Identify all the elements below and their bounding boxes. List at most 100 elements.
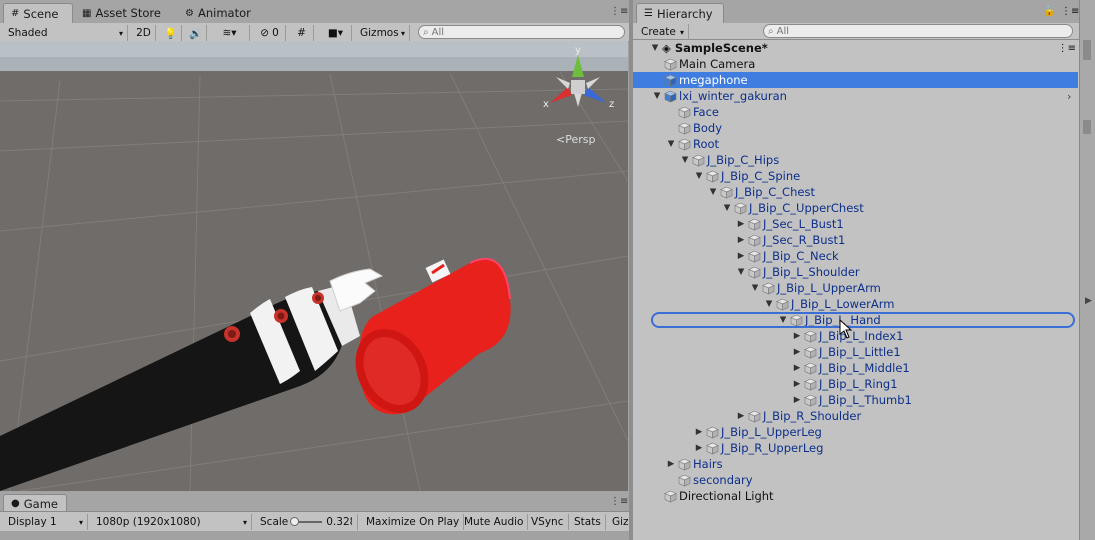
tab-scene[interactable]: # Scene <box>3 3 73 23</box>
hierarchy-item[interactable]: Body <box>633 120 1078 136</box>
gameobject-cube-icon <box>748 266 761 279</box>
effects-toggle-icon[interactable]: ≋▾ <box>210 25 250 41</box>
collapse-arrow-icon[interactable]: ▶ <box>792 331 802 341</box>
hierarchy-item[interactable]: ▼ J_Bip_L_LowerArm <box>633 296 1078 312</box>
hierarchy-item-label: J_Bip_L_LowerArm <box>791 297 895 311</box>
scene-viewport[interactable]: y x z <Persp <box>0 41 628 491</box>
expand-arrow-icon[interactable]: ▼ <box>650 43 660 53</box>
panel-menu-icon[interactable]: ⋮≡ <box>1061 6 1079 17</box>
expand-arrow-icon[interactable]: ▼ <box>750 283 760 293</box>
scrollbar-thumb[interactable] <box>1083 40 1091 60</box>
persp-label[interactable]: <Persp <box>556 133 595 146</box>
camera-dropdown-icon[interactable]: ■▾ <box>320 25 352 41</box>
hierarchy-item[interactable]: ▼ J_Bip_C_UpperChest <box>633 200 1078 216</box>
collapse-arrow-icon[interactable]: ▶ <box>666 459 676 469</box>
tab-asset-store[interactable]: ▦ Asset Store <box>75 3 168 23</box>
hierarchy-item[interactable]: ▶ J_Sec_R_Bust1 <box>633 232 1078 248</box>
collapse-arrow-icon[interactable]: ▶ <box>736 411 746 421</box>
hierarchy-item[interactable]: ▶ J_Sec_L_Bust1 <box>633 216 1078 232</box>
mute-audio-toggle[interactable]: Mute Audio <box>460 514 529 530</box>
scrollbar-thumb[interactable] <box>1083 120 1091 134</box>
hierarchy-item[interactable]: ▶ J_Bip_L_Thumb1 <box>633 392 1078 408</box>
hierarchy-item[interactable]: ▼ lxi_winter_gakuran <box>633 88 1078 104</box>
collapse-arrow-icon[interactable]: ▶ <box>736 251 746 261</box>
lock-icon[interactable]: 🔒 <box>1043 6 1055 17</box>
hierarchy-search-input[interactable]: ⌕ All <box>763 24 1073 38</box>
collapse-arrow-icon[interactable]: ▶ <box>736 235 746 245</box>
expand-arrow-icon[interactable]: ▼ <box>722 203 732 213</box>
expand-arrow-icon[interactable]: ▼ <box>764 299 774 309</box>
resolution-dropdown[interactable]: 1080p (1920x1080) ▾ <box>92 514 252 530</box>
hierarchy-item-label: J_Bip_L_UpperLeg <box>721 425 822 439</box>
hierarchy-item[interactable]: ▼ Root <box>633 136 1078 152</box>
hierarchy-item[interactable]: ▶ J_Bip_L_Little1 <box>633 344 1078 360</box>
hierarchy-item-label: J_Bip_L_Thumb1 <box>819 393 912 407</box>
hierarchy-item[interactable]: ▼ J_Bip_C_Spine <box>633 168 1078 184</box>
expand-arrow-icon[interactable]: ▼ <box>694 171 704 181</box>
collapse-arrow-icon[interactable]: ▶ <box>792 347 802 357</box>
hierarchy-item[interactable]: ▶ J_Bip_R_UpperLeg <box>633 440 1078 456</box>
hierarchy-item-label: J_Bip_L_Ring1 <box>819 377 898 391</box>
tab-hierarchy[interactable]: ☰ Hierarchy <box>636 3 724 23</box>
hierarchy-item[interactable]: ▶ J_Bip_L_Middle1 <box>633 360 1078 376</box>
tab-game[interactable]: ● Game <box>3 494 67 512</box>
stats-toggle[interactable]: Stats <box>570 514 606 530</box>
hierarchy-item[interactable]: ▶ J_Bip_L_UpperLeg <box>633 424 1078 440</box>
draw-mode-dropdown[interactable]: Shaded ▾ <box>4 25 128 41</box>
display-dropdown[interactable]: Display 1 ▾ <box>4 514 88 530</box>
collapse-arrow-icon[interactable]: ▶ <box>694 443 704 453</box>
hierarchy-item[interactable]: megaphone <box>633 72 1078 88</box>
scene-menu-icon[interactable]: ⋮≡ <box>1058 43 1076 54</box>
hierarchy-item-label: secondary <box>693 473 753 487</box>
chevron-right-icon[interactable]: ▶ <box>1085 296 1092 306</box>
hierarchy-item[interactable]: ▶ J_Bip_C_Neck <box>633 248 1078 264</box>
collapse-arrow-icon[interactable]: ▶ <box>792 379 802 389</box>
hierarchy-item[interactable]: ▼ J_Bip_C_Chest <box>633 184 1078 200</box>
collapse-arrow-icon[interactable]: ▶ <box>792 395 802 405</box>
collapse-arrow-icon[interactable]: ▶ <box>792 363 802 373</box>
scene-header-row[interactable]: ▼ ◈ SampleScene* ⋮≡ <box>633 40 1078 56</box>
hierarchy-item[interactable]: ▶ Hairs <box>633 456 1078 472</box>
expand-arrow-icon[interactable]: ▼ <box>708 187 718 197</box>
hierarchy-item[interactable]: ▶ J_Bip_L_Ring1 <box>633 376 1078 392</box>
hierarchy-item[interactable]: Face <box>633 104 1078 120</box>
audio-toggle-icon[interactable]: 🔊 <box>185 25 207 41</box>
game-icon: ● <box>11 498 20 509</box>
orientation-gizmo-icon[interactable] <box>538 47 618 127</box>
hierarchy-item[interactable]: ▼ J_Bip_C_Hips <box>633 152 1078 168</box>
eye-off-icon: ⊘ <box>260 27 270 39</box>
hierarchy-item-label: J_Bip_L_UpperArm <box>777 281 881 295</box>
scale-slider[interactable]: Scale 0.328 <box>256 514 358 530</box>
vsync-toggle[interactable]: VSync <box>527 514 569 530</box>
hierarchy-item[interactable]: Main Camera <box>633 56 1078 72</box>
scene-render <box>0 41 628 491</box>
maximize-on-play-toggle[interactable]: Maximize On Play <box>362 514 465 530</box>
gameobject-cube-icon <box>664 74 677 87</box>
hierarchy-item[interactable]: ▼ J_Bip_L_Shoulder <box>633 264 1078 280</box>
panel-menu-icon[interactable]: ⋮≡ <box>610 496 628 507</box>
hierarchy-item[interactable]: secondary <box>633 472 1078 488</box>
gizmos-dropdown[interactable]: Gizmos ▾ <box>356 25 410 41</box>
slider-track[interactable] <box>290 517 323 526</box>
mode-2d-button[interactable]: 2D <box>132 25 156 41</box>
panel-menu-icon[interactable]: ⋮≡ <box>610 6 628 17</box>
create-dropdown[interactable]: Create ▾ <box>637 24 689 40</box>
expand-arrow-icon[interactable]: ▼ <box>652 91 662 101</box>
scene-search-input[interactable]: ⌕ All <box>418 25 625 39</box>
hierarchy-item[interactable]: ▶ J_Bip_R_Shoulder <box>633 408 1078 424</box>
hierarchy-item-label: J_Bip_C_Hips <box>707 153 780 167</box>
expand-arrow-icon[interactable]: ▼ <box>680 155 690 165</box>
hidden-objects-toggle[interactable]: ⊘ 0 <box>254 25 286 41</box>
grid-toggle-icon[interactable]: # <box>290 25 314 41</box>
collapse-arrow-icon[interactable]: ▶ <box>694 427 704 437</box>
chevron-right-icon[interactable]: › <box>1067 90 1071 103</box>
expand-arrow-icon[interactable]: ▼ <box>736 267 746 277</box>
collapse-arrow-icon[interactable]: ▶ <box>736 219 746 229</box>
search-icon: ⌕ <box>423 26 429 38</box>
gameobject-cube-icon <box>664 490 677 503</box>
hierarchy-item[interactable]: Directional Light <box>633 488 1078 504</box>
lighting-toggle-icon[interactable]: 💡 <box>160 25 182 41</box>
hierarchy-item[interactable]: ▼ J_Bip_L_UpperArm <box>633 280 1078 296</box>
tab-animator[interactable]: ⚙ Animator <box>178 3 258 23</box>
expand-arrow-icon[interactable]: ▼ <box>666 139 676 149</box>
